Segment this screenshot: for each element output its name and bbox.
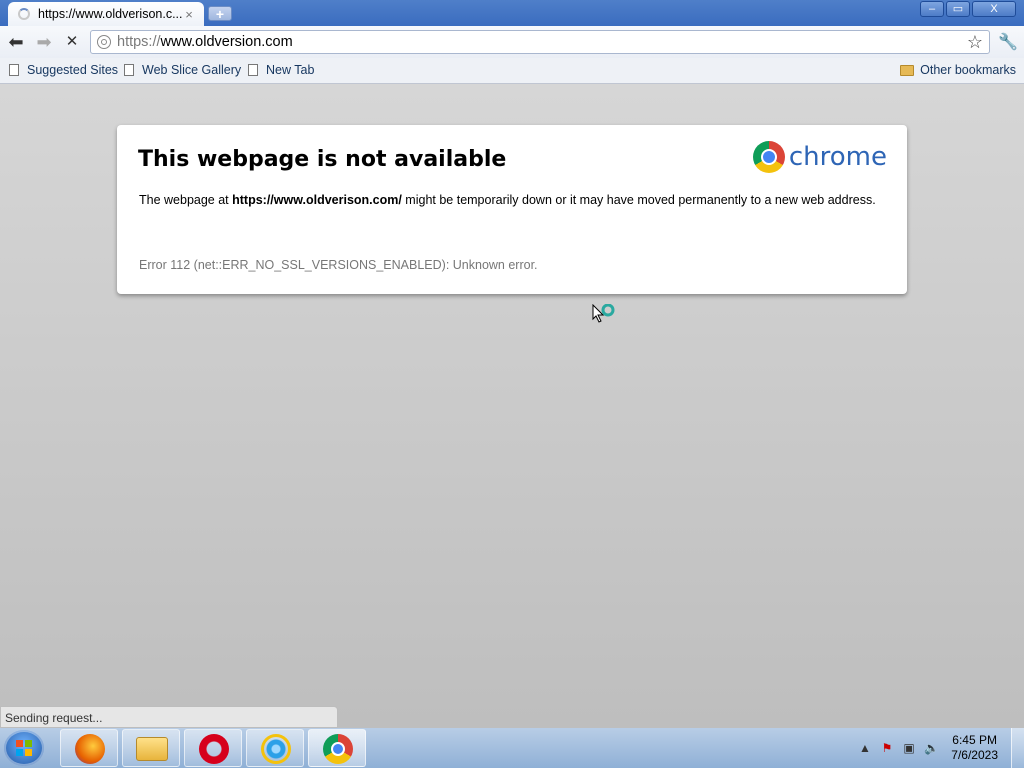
taskbar: ▲ ⚑ ▣ 🔈 6:45 PM 7/6/2023 bbox=[0, 728, 1024, 768]
taskbar-opera[interactable] bbox=[184, 729, 242, 767]
back-icon[interactable]: ⬅ bbox=[6, 32, 26, 52]
taskbar-chrome[interactable] bbox=[308, 729, 366, 767]
chrome-icon bbox=[323, 734, 353, 764]
bookmark-star-icon[interactable]: ☆ bbox=[967, 32, 983, 53]
title-bar: https://www.oldverison.c... × + – ▭ X bbox=[0, 0, 1024, 26]
toolbar: ⬅ ➡ ✕ https://www.oldversion.com ☆ 🔧 bbox=[0, 26, 1024, 58]
error-url: https://www.oldverison.com/ bbox=[232, 193, 402, 207]
bookmark-label: Web Slice Gallery bbox=[142, 63, 242, 77]
bookmarks-bar: Suggested Sites Web Slice Gallery New Ta… bbox=[0, 58, 1024, 84]
folder-icon bbox=[900, 64, 915, 76]
other-bookmarks-label: Other bookmarks bbox=[920, 63, 1016, 77]
forward-icon[interactable]: ➡ bbox=[34, 32, 54, 52]
error-code: Error 112 (net::ERR_NO_SSL_VERSIONS_ENAB… bbox=[139, 258, 538, 272]
error-desc-pre: The webpage at bbox=[139, 193, 233, 207]
address-bar[interactable]: https://www.oldversion.com ☆ bbox=[90, 30, 990, 54]
tab-active[interactable]: https://www.oldverison.c... × bbox=[8, 2, 204, 26]
bookmark-suggested-sites[interactable]: Suggested Sites bbox=[9, 63, 118, 77]
internet-explorer-icon bbox=[261, 734, 291, 764]
url-scheme: https:// bbox=[117, 34, 161, 50]
bookmark-label: Suggested Sites bbox=[27, 63, 119, 77]
opera-icon bbox=[199, 734, 229, 764]
status-bubble: Sending request... bbox=[0, 706, 338, 728]
window-controls: – ▭ X bbox=[920, 1, 1016, 17]
other-bookmarks[interactable]: Other bookmarks bbox=[900, 63, 1016, 77]
chrome-logo-icon bbox=[752, 141, 785, 173]
globe-icon bbox=[97, 35, 111, 49]
action-center-flag-icon[interactable]: ⚑ bbox=[880, 741, 894, 755]
bookmark-new-tab[interactable]: New Tab bbox=[248, 63, 314, 77]
close-button[interactable]: X bbox=[972, 1, 1016, 17]
windows-logo-icon bbox=[16, 740, 32, 756]
bookmark-label: New Tab bbox=[266, 63, 315, 77]
page-icon bbox=[124, 64, 134, 76]
taskbar-explorer[interactable] bbox=[122, 729, 180, 767]
error-title: This webpage is not available bbox=[138, 147, 507, 172]
minimize-button[interactable]: – bbox=[920, 1, 944, 17]
url-text[interactable]: https://www.oldversion.com bbox=[117, 34, 293, 50]
firefox-icon bbox=[75, 734, 105, 764]
clock-date: 7/6/2023 bbox=[951, 748, 998, 762]
folder-icon bbox=[136, 737, 168, 761]
maximize-button[interactable]: ▭ bbox=[946, 1, 970, 17]
tray-arrow-icon[interactable]: ▲ bbox=[858, 741, 872, 755]
page-icon bbox=[9, 64, 19, 76]
clock-time: 6:45 PM bbox=[952, 733, 997, 747]
start-button[interactable] bbox=[4, 730, 44, 766]
volume-icon[interactable]: 🔈 bbox=[924, 741, 939, 755]
taskbar-firefox[interactable] bbox=[60, 729, 118, 767]
taskbar-internet-explorer[interactable] bbox=[246, 729, 304, 767]
clock[interactable]: 6:45 PM 7/6/2023 bbox=[951, 733, 998, 763]
error-desc-post: might be temporarily down or it may have… bbox=[401, 193, 876, 207]
new-tab-button[interactable]: + bbox=[208, 6, 232, 21]
system-tray: ▲ ⚑ ▣ 🔈 bbox=[858, 732, 939, 764]
busy-cursor-icon bbox=[592, 304, 615, 323]
tab-title: https://www.oldverison.c... bbox=[38, 7, 182, 21]
url-host: www.oldversion.com bbox=[160, 34, 293, 50]
network-icon[interactable]: ▣ bbox=[902, 741, 916, 755]
error-description: The webpage at https://www.oldverison.co… bbox=[139, 191, 879, 209]
chrome-logo: chrome bbox=[752, 141, 887, 173]
error-box: This webpage is not available chrome The… bbox=[117, 125, 907, 294]
bookmark-web-slice-gallery[interactable]: Web Slice Gallery bbox=[124, 63, 241, 77]
page-content: This webpage is not available chrome The… bbox=[0, 84, 1024, 728]
loading-spinner-icon bbox=[18, 8, 30, 20]
wrench-icon[interactable]: 🔧 bbox=[998, 32, 1018, 52]
show-desktop-button[interactable] bbox=[1011, 728, 1024, 768]
page-icon bbox=[248, 64, 258, 76]
chrome-logo-text: chrome bbox=[788, 142, 887, 172]
tab-close-icon[interactable]: × bbox=[182, 7, 196, 22]
stop-icon[interactable]: ✕ bbox=[62, 32, 82, 52]
